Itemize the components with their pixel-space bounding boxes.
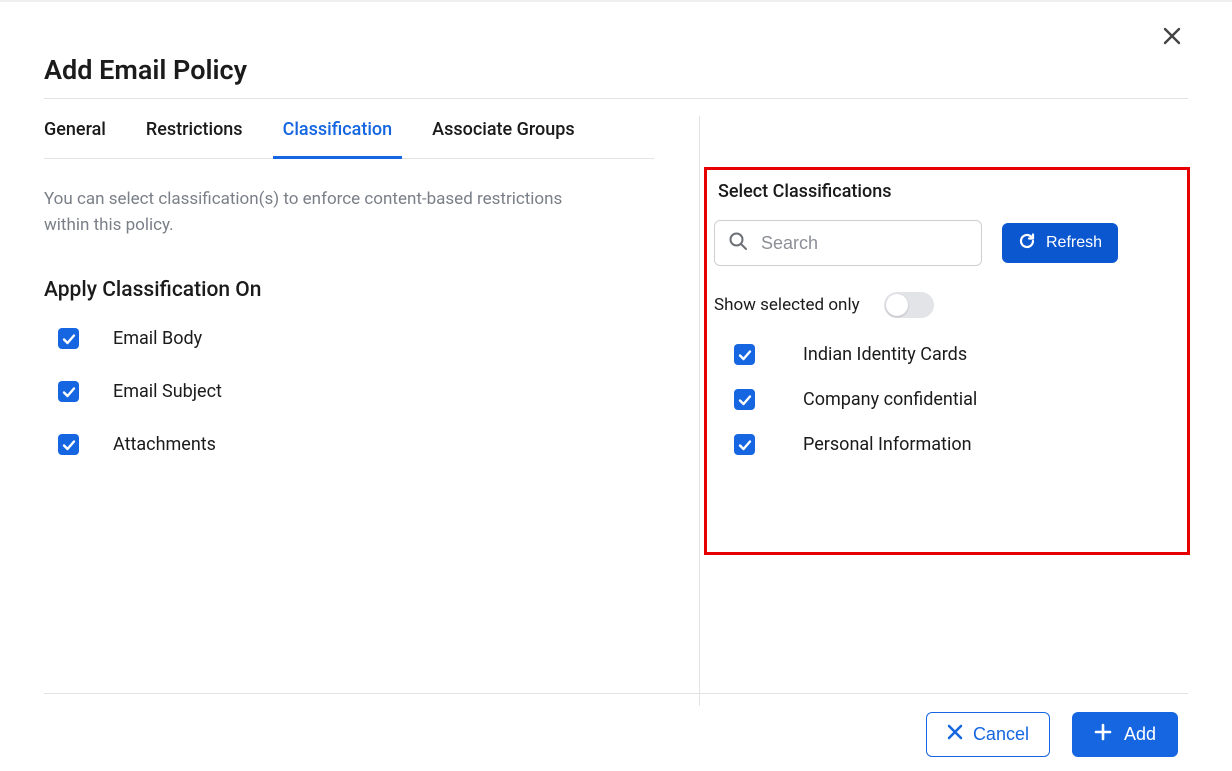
tab-restrictions[interactable]: Restrictions <box>146 119 243 158</box>
tab-general[interactable]: General <box>44 119 106 158</box>
option-email-subject[interactable]: Email Subject <box>58 381 669 402</box>
footer-divider <box>44 693 1188 694</box>
apply-classification-heading: Apply Classification On <box>44 278 669 302</box>
option-email-body[interactable]: Email Body <box>58 328 669 349</box>
checkbox-checked-icon[interactable] <box>734 389 755 410</box>
refresh-icon <box>1018 232 1036 255</box>
classification-label: Company confidential <box>803 389 977 410</box>
select-classifications-heading: Select Classifications <box>718 181 1188 202</box>
option-label: Email Body <box>113 328 202 349</box>
checkbox-checked-icon[interactable] <box>58 381 79 402</box>
close-icon <box>947 724 963 745</box>
search-icon <box>727 230 749 256</box>
checkbox-checked-icon[interactable] <box>58 434 79 455</box>
cancel-button[interactable]: Cancel <box>926 712 1050 757</box>
modal-title: Add Email Policy <box>44 54 1188 86</box>
tab-classification[interactable]: Classification <box>283 119 393 158</box>
classification-label: Indian Identity Cards <box>803 344 967 365</box>
toggle-knob <box>886 294 908 316</box>
add-label: Add <box>1124 724 1156 745</box>
checkbox-checked-icon[interactable] <box>58 328 79 349</box>
add-button[interactable]: Add <box>1072 712 1178 757</box>
classification-item[interactable]: Indian Identity Cards <box>734 344 1188 365</box>
add-email-policy-modal: Add Email Policy General Restrictions Cl… <box>44 18 1188 771</box>
tab-associate-groups[interactable]: Associate Groups <box>432 119 574 158</box>
cancel-label: Cancel <box>973 724 1029 745</box>
hint-text: You can select classification(s) to enfo… <box>44 187 604 238</box>
checkbox-checked-icon[interactable] <box>734 434 755 455</box>
classification-label: Personal Information <box>803 434 972 455</box>
search-input-wrapper[interactable] <box>714 220 982 266</box>
option-attachments[interactable]: Attachments <box>58 434 669 455</box>
search-input[interactable] <box>759 232 969 255</box>
refresh-label: Refresh <box>1046 234 1102 252</box>
divider <box>44 98 1188 99</box>
tab-bar: General Restrictions Classification Asso… <box>44 119 654 159</box>
plus-icon <box>1094 723 1112 746</box>
classification-item[interactable]: Personal Information <box>734 434 1188 455</box>
checkbox-checked-icon[interactable] <box>734 344 755 365</box>
refresh-button[interactable]: Refresh <box>1002 223 1118 263</box>
classification-item[interactable]: Company confidential <box>734 389 1188 410</box>
show-selected-only-label: Show selected only <box>714 295 860 315</box>
show-selected-only-toggle[interactable] <box>884 292 934 318</box>
option-label: Attachments <box>113 434 216 455</box>
option-label: Email Subject <box>113 381 222 402</box>
